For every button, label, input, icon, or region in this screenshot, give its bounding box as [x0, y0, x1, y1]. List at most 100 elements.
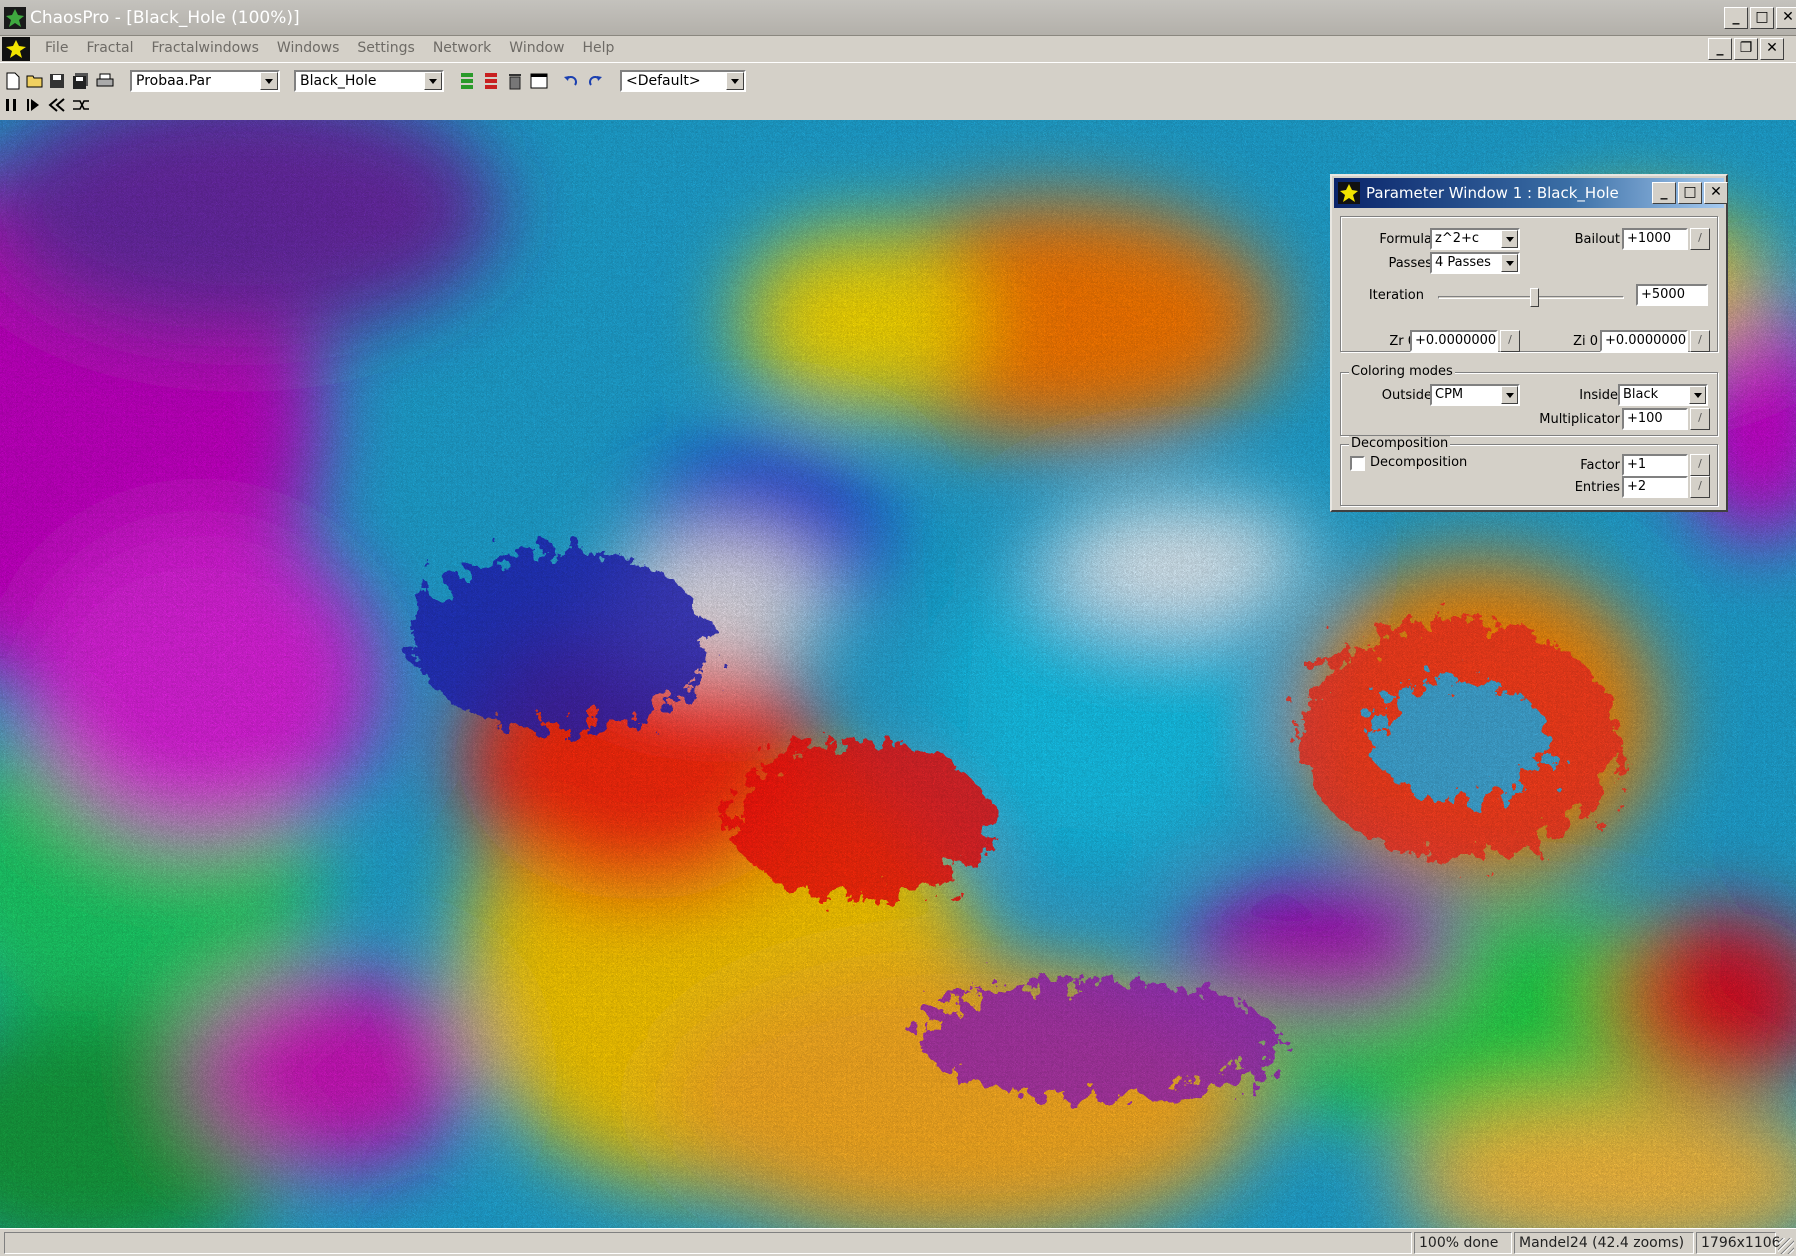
parameter-window[interactable]: Parameter Window 1 : Black_Hole _ □ ✕ Fo… [1330, 174, 1728, 512]
chevron-down-icon[interactable] [726, 72, 744, 90]
child-minimize-button[interactable]: _ [1708, 38, 1732, 60]
pause-button[interactable] [0, 94, 22, 116]
zi-field[interactable]: +0.00000000( [1600, 330, 1688, 352]
shuffle-button[interactable] [70, 94, 92, 116]
chevron-down-icon[interactable] [1501, 230, 1518, 248]
window-button[interactable] [528, 70, 550, 92]
edit-icon: / [1698, 479, 1702, 492]
save-button[interactable] [46, 70, 68, 92]
multiplicator-field[interactable]: +100 [1622, 408, 1688, 430]
delete-button[interactable] [504, 70, 526, 92]
continue-button[interactable] [22, 94, 44, 116]
multiplicator-edit-button[interactable]: / [1690, 408, 1710, 430]
zr-field[interactable]: +0.00000000( [1410, 330, 1498, 352]
minimize-icon: _ [1716, 40, 1724, 56]
menu-settings[interactable]: Settings [348, 40, 423, 56]
inside-value: Black [1623, 387, 1659, 402]
multiplicator-value: +100 [1627, 411, 1663, 426]
layers-green-button[interactable] [456, 70, 478, 92]
zr-edit-button[interactable]: / [1500, 330, 1520, 352]
factor-field[interactable]: +1 [1622, 454, 1688, 476]
entries-field[interactable]: +2 [1622, 476, 1688, 498]
parameter-window-icon [1338, 182, 1360, 204]
parameter-file-combo[interactable]: Probaa.Par [130, 70, 280, 92]
edit-icon: / [1698, 231, 1702, 244]
print-button[interactable] [94, 70, 116, 92]
zi-value: +0.00000000( [1605, 333, 1687, 348]
inside-select[interactable]: Black [1618, 384, 1708, 406]
fractal-name-combo[interactable]: Black_Hole [294, 70, 444, 92]
zi-edit-button[interactable]: / [1690, 330, 1710, 352]
edit-icon: / [1698, 457, 1702, 470]
edit-icon: / [1698, 333, 1702, 346]
formula-select[interactable]: z^2+c [1430, 228, 1520, 250]
status-formula-info: Mandel24 (42.4 zooms) [1514, 1232, 1694, 1254]
chevron-down-icon[interactable] [260, 72, 278, 90]
child-window-system-icon[interactable] [2, 37, 30, 61]
outside-label: Outside [1381, 388, 1432, 403]
minimize-icon: _ [1732, 9, 1740, 25]
decomposition-checkbox-label[interactable]: Decomposition [1370, 455, 1467, 470]
rewind-icon [48, 98, 65, 112]
passes-label: Passes [1388, 256, 1432, 271]
minimize-button[interactable]: _ [1724, 7, 1748, 29]
chevron-down-icon[interactable] [1501, 254, 1518, 272]
passes-value: 4 Passes [1435, 255, 1491, 270]
menu-fractal[interactable]: Fractal [77, 40, 142, 56]
undo-icon [564, 76, 577, 86]
status-progress: 100% done [1414, 1232, 1512, 1254]
menu-network[interactable]: Network [424, 40, 500, 56]
iteration-slider-thumb[interactable] [1530, 288, 1539, 307]
menu-windows[interactable]: Windows [268, 40, 349, 56]
chevron-down-icon[interactable] [1501, 386, 1518, 404]
decomposition-checkbox[interactable] [1350, 456, 1365, 471]
resize-grip-icon[interactable] [1778, 1238, 1794, 1254]
shuffle-icon [73, 100, 89, 110]
menu-help[interactable]: Help [574, 40, 624, 56]
maximize-button[interactable]: □ [1750, 7, 1774, 29]
parameter-window-titlebar[interactable]: Parameter Window 1 : Black_Hole _ □ ✕ [1334, 178, 1728, 208]
open-button[interactable] [24, 70, 46, 92]
rewind-button[interactable] [46, 94, 68, 116]
status-pane-main [4, 1232, 1412, 1254]
new-button[interactable] [2, 70, 24, 92]
menu-fractalwindows[interactable]: Fractalwindows [142, 40, 267, 56]
bailout-field[interactable]: +1000 [1622, 228, 1688, 250]
menu-window[interactable]: Window [500, 40, 573, 56]
save-all-button[interactable] [70, 70, 92, 92]
toolbar: Probaa.Par Black_Hole <Default> [0, 62, 1796, 118]
param-maximize-button[interactable]: □ [1678, 182, 1702, 204]
passes-select[interactable]: 4 Passes [1430, 252, 1520, 274]
new-file-icon [6, 72, 20, 90]
factor-label: Factor [1580, 458, 1620, 473]
chevron-down-icon[interactable] [424, 72, 442, 90]
chevron-down-icon[interactable] [1689, 386, 1706, 404]
iteration-field[interactable]: +5000 [1636, 284, 1708, 306]
param-minimize-button[interactable]: _ [1652, 182, 1676, 204]
iteration-label: Iteration [1368, 288, 1424, 303]
undo-button[interactable] [560, 70, 582, 92]
close-button[interactable]: ✕ [1776, 7, 1796, 29]
redo-button[interactable] [584, 70, 606, 92]
menu-file[interactable]: File [36, 40, 77, 56]
restore-icon: ❐ [1739, 40, 1753, 56]
trash-icon [509, 74, 521, 90]
child-restore-button[interactable]: ❐ [1734, 38, 1758, 60]
zr-value: +0.00000000( [1415, 333, 1497, 348]
param-close-button[interactable]: ✕ [1704, 182, 1728, 204]
close-icon: ✕ [1782, 9, 1794, 25]
outside-select[interactable]: CPM [1430, 384, 1520, 406]
factor-edit-button[interactable]: / [1690, 454, 1710, 476]
bailout-edit-button[interactable]: / [1690, 228, 1710, 250]
coloring-modes-title: Coloring modes [1349, 364, 1455, 379]
print-icon [96, 73, 114, 87]
child-close-button[interactable]: ✕ [1760, 38, 1784, 60]
layers-red-button[interactable] [480, 70, 502, 92]
preset-combo[interactable]: <Default> [620, 70, 746, 92]
layers-red-icon [485, 73, 497, 89]
iteration-slider[interactable] [1438, 288, 1624, 308]
entries-edit-button[interactable]: / [1690, 476, 1710, 498]
entries-label: Entries [1574, 480, 1620, 495]
window-icon [530, 73, 548, 89]
chaospro-app-icon[interactable] [4, 7, 26, 29]
